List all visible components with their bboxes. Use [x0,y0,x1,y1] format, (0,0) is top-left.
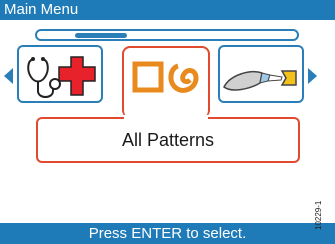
scroll-right-arrow-icon[interactable] [308,68,317,84]
menu-item-medical[interactable] [17,45,103,103]
footer-hint: Press ENTER to select. [0,223,335,244]
selected-item-label: All Patterns [121,129,215,150]
carousel-scrollbar[interactable] [35,29,299,41]
figure-id: 10229-1 [314,200,323,230]
menu-item-all-patterns[interactable] [122,46,210,118]
selected-item-label-panel: All Patterns [36,117,300,163]
stethoscope-medical-cross-icon [27,56,96,98]
patterns-icon [132,61,199,93]
title-bar: Main Menu [0,0,335,20]
scroll-left-arrow-icon[interactable] [4,68,13,84]
syringe-icon [223,70,297,91]
menu-item-delivery[interactable] [218,45,304,103]
tab-connector [124,115,208,121]
pump-screen: Main Menu All Patterns Press ENTER to se… [0,0,335,244]
scrollbar-thumb[interactable] [75,33,127,38]
